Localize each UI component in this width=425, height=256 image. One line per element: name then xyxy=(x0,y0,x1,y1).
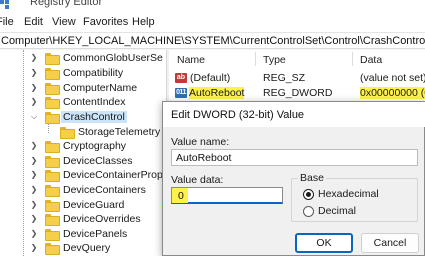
folder-icon xyxy=(45,200,60,212)
dword-value-icon: 011 xyxy=(175,88,187,98)
value-type: REG_DWORD xyxy=(263,87,333,99)
folder-icon xyxy=(45,170,60,182)
chevron-right-icon[interactable]: ❯ xyxy=(30,215,38,223)
tree-item-contentindex[interactable]: ❯ ContentIndex xyxy=(0,95,166,110)
folder-icon xyxy=(45,185,60,197)
window-title: Registry Editor xyxy=(30,0,103,8)
title-bar: Registry Editor xyxy=(0,0,425,12)
tree-item-crashcontrol[interactable]: ⌵ CrashControl xyxy=(0,110,166,125)
column-header-data[interactable]: Data xyxy=(360,54,382,66)
value-row-default[interactable]: ab (Default) REG_SZ (value not set) xyxy=(169,71,425,86)
tree-item-cryptography[interactable]: ❯ Cryptography xyxy=(0,139,166,154)
value-data-input[interactable] xyxy=(178,189,278,202)
tree-item-devicepanels[interactable]: ❯ DevicePanels xyxy=(0,227,166,242)
tree-item-label: Compatibility xyxy=(63,67,124,79)
tree-item-compatibility[interactable]: ❯ Compatibility xyxy=(0,66,166,81)
folder-icon xyxy=(45,156,60,168)
chevron-right-icon[interactable]: ❯ xyxy=(30,54,38,62)
folder-icon xyxy=(45,229,60,241)
tree-item-devicecontainers[interactable]: ❯ DeviceContainers xyxy=(0,183,166,198)
tree-item-storagetelemetry[interactable]: StorageTelemetry xyxy=(0,125,166,140)
menu-bar: File Edit View Favorites Help xyxy=(0,12,425,32)
chevron-right-icon[interactable]: ❯ xyxy=(30,244,38,252)
dialog-title: Edit DWORD (32-bit) Value xyxy=(171,109,305,121)
folder-icon xyxy=(45,97,60,109)
string-value-icon: ab xyxy=(175,73,187,83)
folder-icon xyxy=(45,141,60,153)
base-group-title: Base xyxy=(298,172,326,184)
menu-edit[interactable]: Edit xyxy=(24,16,43,28)
edit-dword-dialog: Edit DWORD (32-bit) Value Value name: Au… xyxy=(162,101,425,256)
tree-item-commonglobuserse[interactable]: ❯ CommonGlobUserSe xyxy=(0,51,166,66)
decimal-radio[interactable] xyxy=(303,206,314,217)
chevron-right-icon[interactable]: ❯ xyxy=(30,142,38,150)
key-tree[interactable]: ❯ CommonGlobUserSe ❯ Compatibility ❯ Com… xyxy=(0,50,166,256)
value-data-field[interactable] xyxy=(171,187,283,204)
chevron-right-icon[interactable]: ❯ xyxy=(30,157,38,165)
tree-item-label: DeviceOverrides xyxy=(63,213,141,225)
chevron-right-icon[interactable]: ❯ xyxy=(30,230,38,238)
hexadecimal-label[interactable]: Hexadecimal xyxy=(318,188,379,200)
hexadecimal-radio[interactable] xyxy=(303,189,314,200)
tree-item-label: DeviceContainers xyxy=(63,184,146,196)
registry-editor-icon xyxy=(0,0,9,9)
value-name-text: AutoReboot xyxy=(176,152,232,164)
value-name: AutoReboot xyxy=(189,87,245,99)
tree-item-label: DevQuery xyxy=(63,242,111,254)
column-header-type[interactable]: Type xyxy=(263,54,286,66)
tree-item-label: ComputerName xyxy=(63,82,138,94)
menu-favorites[interactable]: Favorites xyxy=(83,16,128,28)
tree-item-devquery[interactable]: ❯ DevQuery xyxy=(0,241,166,256)
tree-item-deviceclasses[interactable]: ❯ DeviceClasses xyxy=(0,154,166,169)
tree-item-deviceoverrides[interactable]: ❯ DeviceOverrides xyxy=(0,212,166,227)
value-name-field[interactable]: AutoReboot xyxy=(171,149,418,166)
tree-item-label: Cryptography xyxy=(63,140,127,152)
folder-icon xyxy=(45,214,60,226)
menu-file[interactable]: File xyxy=(0,16,14,28)
tree-item-label: CrashControl xyxy=(61,111,127,123)
tree-item-label: ContentIndex xyxy=(63,96,126,108)
address-path[interactable]: Computer\HKEY_LOCAL_MACHINE\SYSTEM\Curre… xyxy=(1,35,425,47)
cancel-button[interactable]: Cancel xyxy=(361,233,419,253)
value-data-label: Value data: xyxy=(171,174,224,186)
ok-button[interactable]: OK xyxy=(295,233,353,253)
folder-icon xyxy=(60,127,75,139)
value-data: (value not set) xyxy=(360,72,425,84)
folder-open-icon xyxy=(45,112,60,124)
folder-icon xyxy=(45,243,60,255)
value-row-autoreboot[interactable]: 011 AutoReboot REG_DWORD 0x00000000 (0) xyxy=(169,86,425,101)
address-bar[interactable]: Computer\HKEY_LOCAL_MACHINE\SYSTEM\Curre… xyxy=(0,32,425,49)
tree-item-label: CommonGlobUserSe xyxy=(63,52,163,64)
folder-icon xyxy=(45,83,60,95)
tree-item-label: DeviceContainerProp xyxy=(63,169,163,181)
value-data: 0x00000000 (0) xyxy=(360,87,425,99)
chevron-right-icon[interactable]: ❯ xyxy=(30,201,38,209)
tree-item-deviceguard[interactable]: ❯ DeviceGuard xyxy=(0,198,166,213)
tree-item-computername[interactable]: ❯ ComputerName xyxy=(0,81,166,96)
column-divider[interactable] xyxy=(352,52,353,66)
chevron-right-icon[interactable]: ❯ xyxy=(30,98,38,106)
base-group: Base Hexadecimal Decimal xyxy=(291,172,418,222)
tree-item-label: StorageTelemetry xyxy=(78,126,161,138)
column-divider[interactable] xyxy=(255,52,256,66)
menu-view[interactable]: View xyxy=(52,16,76,28)
menu-help[interactable]: Help xyxy=(132,16,155,28)
value-name-label: Value name: xyxy=(171,136,230,148)
chevron-down-icon[interactable]: ⌵ xyxy=(30,113,38,121)
tree-item-devicecontainerprop[interactable]: ❯ DeviceContainerProp xyxy=(0,168,166,183)
folder-icon xyxy=(45,53,60,65)
tree-item-label: DeviceClasses xyxy=(63,155,133,167)
value-name: (Default) xyxy=(190,72,231,84)
value-type: REG_SZ xyxy=(263,72,306,84)
chevron-right-icon[interactable]: ❯ xyxy=(30,69,38,77)
chevron-right-icon[interactable]: ❯ xyxy=(30,84,38,92)
tree-item-label: DeviceGuard xyxy=(63,199,125,211)
chevron-right-icon[interactable]: ❯ xyxy=(30,186,38,194)
column-header-name[interactable]: Name xyxy=(177,54,205,66)
tree-item-label: DevicePanels xyxy=(63,228,128,240)
decimal-label[interactable]: Decimal xyxy=(318,205,356,217)
chevron-right-icon[interactable]: ❯ xyxy=(30,171,38,179)
folder-icon xyxy=(45,68,60,80)
dialog-title-bar[interactable]: Edit DWORD (32-bit) Value xyxy=(163,102,425,127)
